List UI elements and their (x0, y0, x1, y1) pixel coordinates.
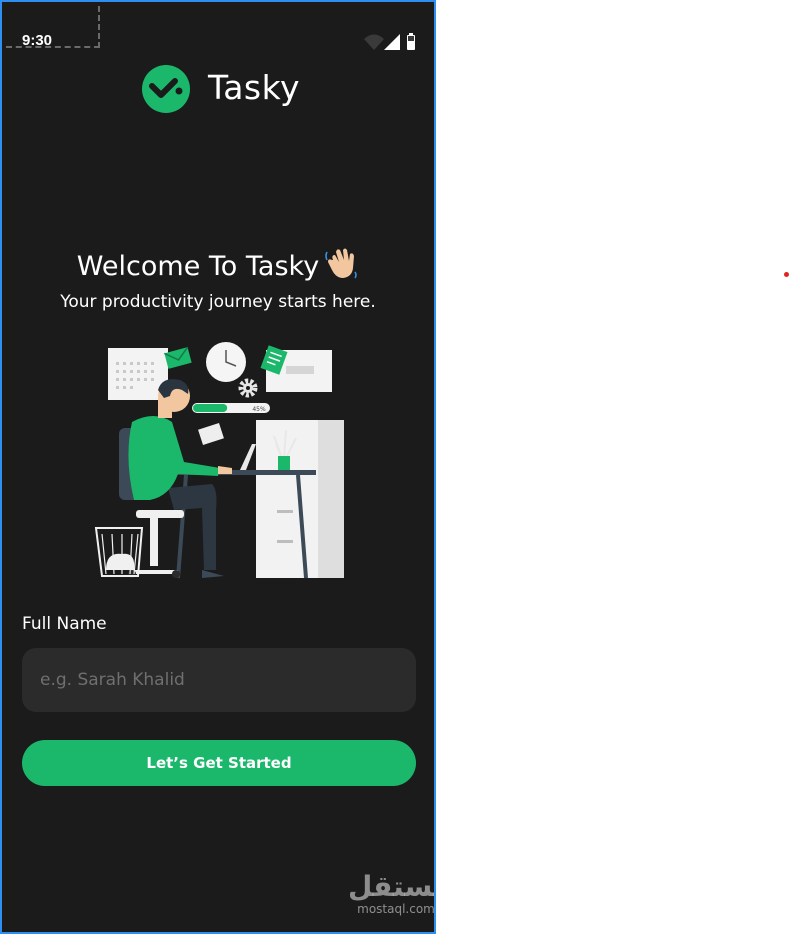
progress-fill (193, 404, 228, 412)
cellular-signal-icon (384, 34, 400, 50)
clock-icon (206, 342, 246, 382)
tasky-logo-icon (142, 65, 190, 113)
person-working-at-desk-illustration: 45% (94, 342, 344, 579)
app-name: Tasky (208, 68, 301, 107)
welcome-subtitle: Your productivity journey starts here. (60, 292, 376, 312)
full-name-label: Full Name (22, 614, 107, 634)
mostaql-watermark: مستقل mostaql.com (348, 870, 435, 917)
battery-icon (407, 33, 415, 50)
watermark-latin: mostaql.com (357, 902, 435, 916)
gear-icon (238, 378, 258, 398)
laptop (240, 444, 256, 470)
get-started-button[interactable]: Let’s Get Started (22, 740, 416, 786)
mail-icon (164, 346, 192, 369)
welcome-heading: Welcome To Tasky (2, 246, 434, 282)
progress-indicator: 45% (192, 403, 270, 413)
dashed-guide (6, 6, 100, 48)
status-time: 9:30 (22, 32, 53, 49)
wifi-icon (364, 34, 384, 50)
waving-hand-icon (325, 248, 357, 279)
welcome-title: Welcome To Tasky (76, 251, 320, 282)
red-dot (784, 272, 789, 277)
progress-label: 45% (252, 406, 266, 413)
status-icons (364, 33, 415, 50)
phone-screen: 9:30 Tasky Welcome To Tasky Your product… (0, 0, 436, 934)
trash-bin (94, 527, 144, 577)
watermark-arabic: مستقل (348, 870, 434, 903)
full-name-input[interactable] (22, 648, 416, 712)
